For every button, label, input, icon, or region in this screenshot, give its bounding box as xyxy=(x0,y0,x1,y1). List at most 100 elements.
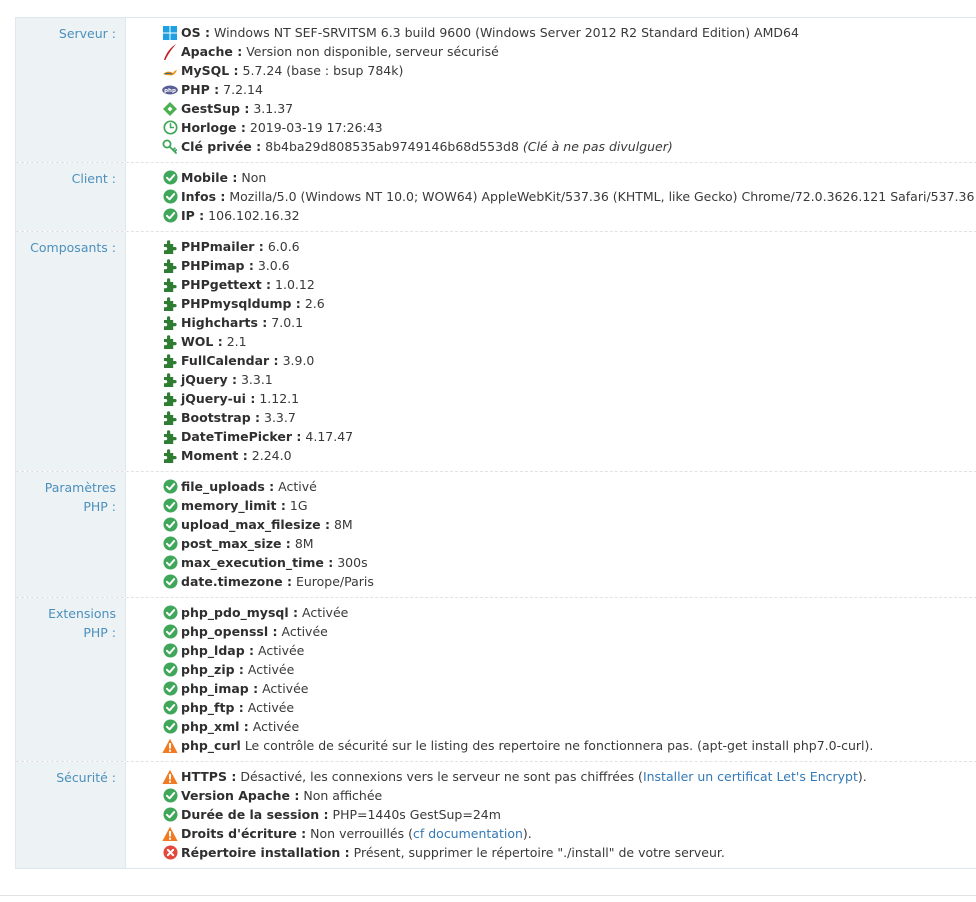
ticket-icon xyxy=(162,101,178,117)
ext-warning: Le contrôle de sécurité sur le listing d… xyxy=(244,738,874,753)
security-content: HTTPS : Désactivé, les connexions vers le… xyxy=(126,762,976,868)
component-name: PHPimap : xyxy=(181,258,254,273)
mysql-dolphin-icon xyxy=(162,63,178,79)
private-key-value: 8b4ba29d808535ab9749146b68d553d8 xyxy=(265,139,519,154)
param-value: Europe/Paris xyxy=(295,574,374,589)
puzzle-icon xyxy=(162,353,178,369)
component-name: jQuery : xyxy=(181,372,237,387)
ext-name: php_pdo_mysql : xyxy=(181,605,298,620)
check-icon xyxy=(162,555,178,571)
client-content: Mobile : Non Infos : Mozilla/5.0 (Windows … xyxy=(126,163,976,231)
php-param-item: upload_max_filesize :8M xyxy=(162,515,976,534)
mobile-item: Mobile : Non xyxy=(162,168,976,187)
documentation-link[interactable]: cf documentation xyxy=(413,824,523,843)
write-rights-item: Droits d'écriture : Non verrouillés (cf d… xyxy=(162,824,976,843)
php-params-label-line1: Paramètres xyxy=(44,480,116,495)
puzzle-icon xyxy=(162,372,178,388)
component-version: 3.3.7 xyxy=(264,410,296,425)
ext-name: php_zip : xyxy=(181,662,244,677)
apache-key: Apache : xyxy=(181,44,243,59)
check-icon xyxy=(162,788,178,804)
windows-icon xyxy=(162,25,178,41)
os-item: OS : Windows NT SEF-SRVITSM 6.3 build 960… xyxy=(162,23,976,42)
component-version: 2.6 xyxy=(304,296,325,311)
puzzle-icon xyxy=(162,391,178,407)
component-item: PHPmysqldump :2.6 xyxy=(162,294,976,313)
apache-version-key: Version Apache : xyxy=(181,788,300,803)
check-icon xyxy=(162,189,178,205)
install-dir-item: Répertoire installation : Présent, suppri… xyxy=(162,843,976,862)
clock-value: 2019-03-19 17:26:43 xyxy=(249,120,383,135)
php-param-item: post_max_size :8M xyxy=(162,534,976,553)
component-name: Moment : xyxy=(181,448,248,463)
ext-status: Activée xyxy=(281,624,328,639)
infos-value: Mozilla/5.0 (Windows NT 10.0; WOW64) App… xyxy=(229,189,975,204)
key-icon xyxy=(162,139,178,155)
component-name: jQuery-ui : xyxy=(181,391,256,406)
puzzle-icon xyxy=(162,410,178,426)
php-ext-item: php_xml : Activée xyxy=(162,717,976,736)
check-icon xyxy=(162,479,178,495)
apache-item: Apache : Version non disponible, serveur … xyxy=(162,42,976,61)
ip-key: IP : xyxy=(181,208,205,223)
check-icon xyxy=(162,624,178,640)
php-logo-icon: php xyxy=(162,82,178,98)
param-name: file_uploads : xyxy=(181,479,275,494)
check-icon xyxy=(162,700,178,716)
ext-name: php_ldap : xyxy=(181,643,255,658)
ip-item: IP :106.102.16.32 xyxy=(162,206,976,225)
puzzle-icon xyxy=(162,296,178,312)
param-name: date.timezone : xyxy=(181,574,292,589)
apache-value: Version non disponible, serveur sécurisé xyxy=(246,44,499,59)
components-label: Composants : xyxy=(16,232,126,471)
php-ext-item: php_ldap : Activée xyxy=(162,641,976,660)
ip-value: 106.102.16.32 xyxy=(208,208,300,223)
php-ext-row: Extensions PHP : php_pdo_mysql : Activée p… xyxy=(16,598,976,762)
param-value: 1G xyxy=(289,498,308,513)
security-label: Sécurité : xyxy=(16,762,126,868)
puzzle-icon xyxy=(162,429,178,445)
php-param-item: max_execution_time :300s xyxy=(162,553,976,572)
check-icon xyxy=(162,662,178,678)
apache-feather-icon xyxy=(162,43,178,60)
rights-end: ). xyxy=(522,826,532,841)
component-item: Highcharts :7.0.1 xyxy=(162,313,976,332)
puzzle-icon xyxy=(162,334,178,350)
warning-icon xyxy=(162,826,178,842)
ext-name: php_imap : xyxy=(181,681,259,696)
letsencrypt-link[interactable]: Installer un certificat Let's Encrypt xyxy=(643,767,858,786)
gestsup-item: GestSup :3.1.37 xyxy=(162,99,976,118)
install-dir-value: Présent, supprimer le répertoire "./inst… xyxy=(353,845,725,860)
puzzle-icon xyxy=(162,277,178,293)
puzzle-icon xyxy=(162,258,178,274)
component-name: DateTimePicker : xyxy=(181,429,302,444)
mysql-value: 5.7.24 (base : bsup 784k) xyxy=(242,63,404,78)
component-name: WOL : xyxy=(181,334,223,349)
mysql-item: MySQL :5.7.24 (base : bsup 784k) xyxy=(162,61,976,80)
warning-icon xyxy=(162,769,178,785)
os-value: Windows NT SEF-SRVITSM 6.3 build 9600 (W… xyxy=(213,25,799,40)
php-param-item: memory_limit :1G xyxy=(162,496,976,515)
ext-status: Activée xyxy=(247,662,295,677)
check-icon xyxy=(162,681,178,697)
puzzle-icon xyxy=(162,448,178,464)
infos-key: Infos : xyxy=(181,189,226,204)
private-key-item: Clé privée :8b4ba29d808535ab9749146b68d5… xyxy=(162,137,976,156)
param-name: post_max_size : xyxy=(181,536,291,551)
php-ext-label-line2: PHP : xyxy=(83,625,116,640)
check-icon xyxy=(162,498,178,514)
php-params-label: Paramètres PHP : xyxy=(16,472,126,597)
component-item: Moment :2.24.0 xyxy=(162,446,976,465)
php-curl-item: php_curl Le contrôle de sécurité sur le l… xyxy=(162,736,976,755)
ext-name: php_ftp : xyxy=(181,700,244,715)
server-row: Serveur : OS : Windows NT SEF-SRVITSM 6.3… xyxy=(16,18,976,163)
php-param-item: date.timezone : Europe/Paris xyxy=(162,572,976,591)
php-ext-item: php_pdo_mysql : Activée xyxy=(162,603,976,622)
component-item: Bootstrap : 3.3.7 xyxy=(162,408,976,427)
php-value: 7.2.14 xyxy=(223,82,263,97)
write-rights-value: Non verrouillés ( xyxy=(310,826,413,841)
php-params-label-line2: PHP : xyxy=(83,499,116,514)
client-label: Client : xyxy=(16,163,126,231)
component-version: 3.0.6 xyxy=(257,258,290,273)
install-dir-key: Répertoire installation : xyxy=(181,845,350,860)
